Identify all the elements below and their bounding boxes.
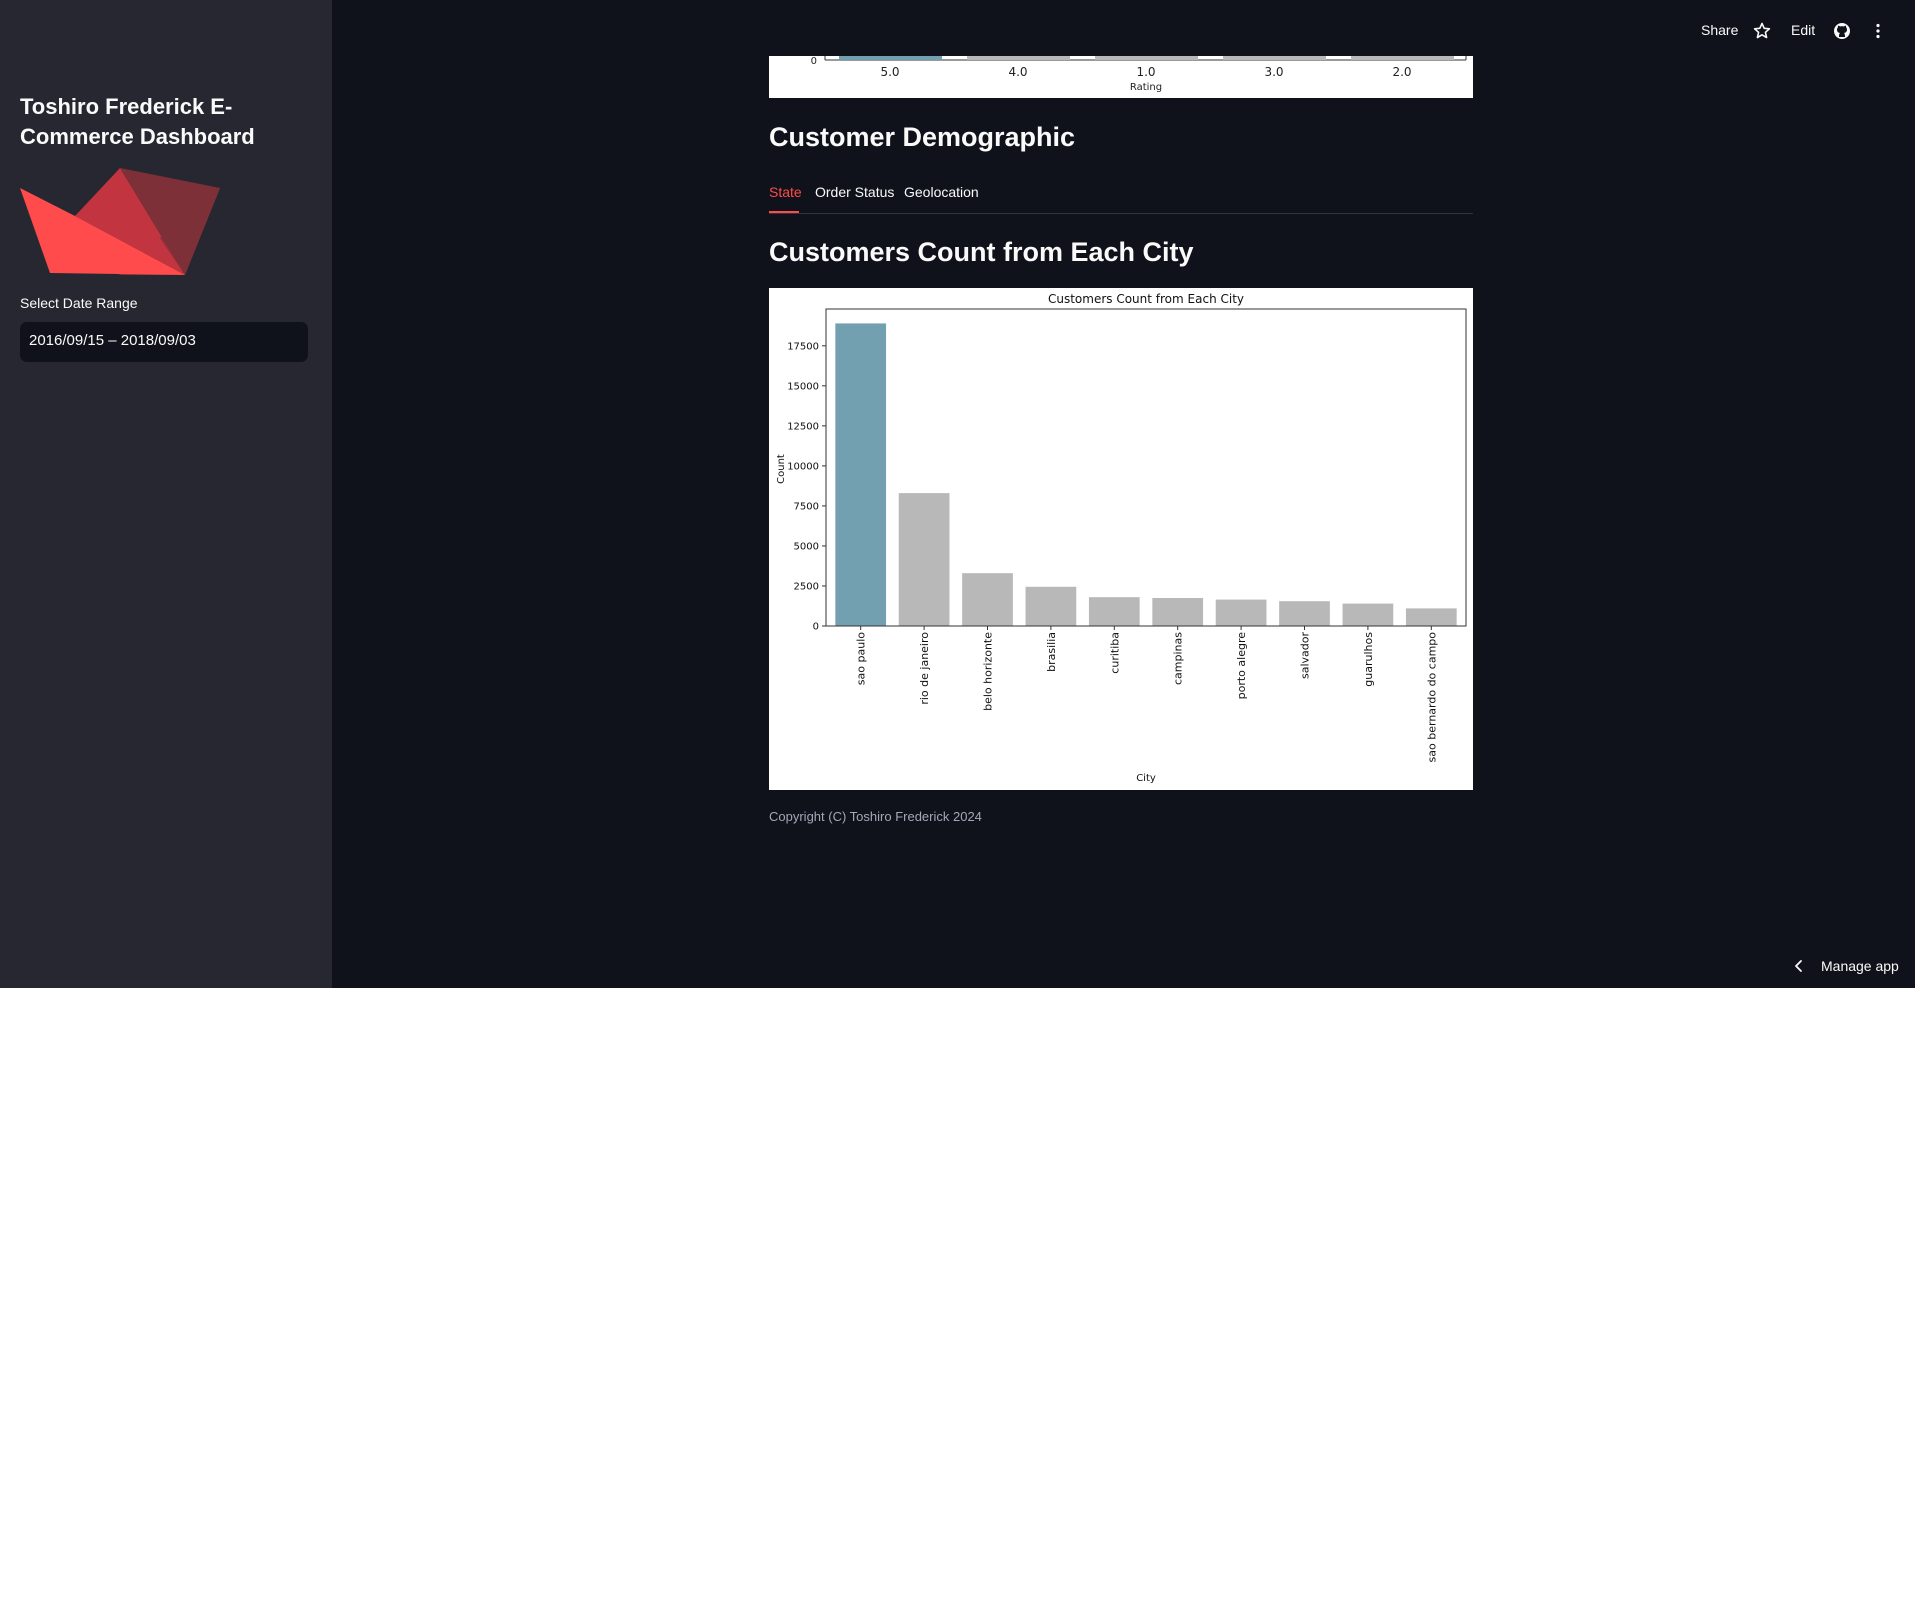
section-heading: Customer Demographic (769, 122, 1076, 152)
rating-x-tick: 2.0 (1392, 65, 1411, 79)
chart-bar (898, 493, 950, 626)
rating-bar (1095, 56, 1198, 60)
tab-state[interactable]: State (769, 184, 802, 200)
chart-y-label: Count (776, 454, 787, 484)
y-tick-label: 12500 (787, 421, 819, 432)
chart-bar (1342, 603, 1394, 626)
x-tick-label: porto alegre (1235, 632, 1248, 700)
x-tick-label: sao bernardo do campo (1425, 632, 1438, 763)
customers-city-chart: Customers Count from Each City Count Cit… (769, 288, 1473, 790)
y-tick-label: 7500 (794, 501, 819, 512)
y-tick-label: 10000 (787, 461, 819, 472)
tab-order-status[interactable]: Order Status (815, 184, 894, 200)
sidebar: Toshiro Frederick E-Commerce Dashboard S… (0, 0, 332, 988)
chart-heading: Customers Count from Each City (769, 237, 1194, 267)
x-tick-label: sao paulo (855, 632, 868, 685)
chevron-left-icon[interactable] (1792, 959, 1806, 973)
y-tick-label: 2500 (794, 581, 819, 592)
tab-bar: State Order Status Geolocation (769, 180, 1473, 214)
manage-app-button[interactable]: Manage app (1821, 958, 1899, 974)
rating-x-tick: 4.0 (1008, 65, 1027, 79)
chart-bar (962, 573, 1013, 626)
app-shell: Toshiro Frederick E-Commerce Dashboard S… (0, 0, 1915, 988)
share-button[interactable]: Share (1701, 22, 1738, 38)
chart-bar (1215, 599, 1267, 626)
rating-bar (1223, 56, 1326, 60)
x-tick-label: brasilia (1045, 632, 1058, 672)
rating-x-label: Rating (1130, 82, 1162, 93)
rating-x-tick: 1.0 (1136, 65, 1155, 79)
active-tab-indicator (769, 211, 799, 213)
more-vertical-icon[interactable] (1869, 22, 1887, 40)
chart-bar (1025, 586, 1077, 626)
copyright-text: Copyright (C) Toshiro Frederick 2024 (769, 809, 982, 824)
x-tick-label: salvador (1299, 632, 1312, 679)
x-tick-label: guarulhos (1362, 632, 1375, 687)
tab-geolocation[interactable]: Geolocation (904, 184, 979, 200)
x-tick-label: curitiba (1108, 632, 1121, 674)
star-icon[interactable] (1753, 22, 1771, 40)
y-tick-label: 17500 (787, 341, 819, 352)
y-tick-label: 15000 (787, 381, 819, 392)
chart-bar (835, 323, 887, 626)
y-tick-label: 5000 (794, 541, 819, 552)
rating-bar (839, 56, 942, 60)
chart-bar (1088, 597, 1140, 626)
edit-button[interactable]: Edit (1791, 22, 1815, 38)
rating-y-tick: 0 (811, 56, 817, 67)
rating-bar (967, 56, 1070, 60)
x-tick-label: rio de janeiro (918, 632, 931, 705)
chart-bar (1152, 597, 1204, 626)
date-range-label: Select Date Range (20, 295, 138, 311)
rating-x-tick: 3.0 (1264, 65, 1283, 79)
rating-bar (1351, 56, 1454, 60)
sidebar-title: Toshiro Frederick E-Commerce Dashboard (20, 94, 255, 149)
rating-x-tick: 5.0 (880, 65, 899, 79)
chart-bar (1405, 608, 1457, 626)
github-icon[interactable] (1833, 22, 1851, 40)
y-tick-label: 0 (813, 622, 819, 633)
date-range-input[interactable]: 2016/09/15 – 2018/09/03 (20, 322, 308, 362)
streamlit-logo-icon (20, 168, 220, 275)
x-tick-label: belo horizonte (982, 632, 995, 711)
chart-x-label: City (1136, 773, 1156, 784)
chart-bar (1279, 601, 1330, 626)
chart-title: Customers Count from Each City (1048, 292, 1244, 306)
x-tick-label: campinas (1172, 632, 1185, 685)
rating-chart: 0 5.0 4.0 1.0 3.0 2.0 Rating (769, 56, 1473, 98)
